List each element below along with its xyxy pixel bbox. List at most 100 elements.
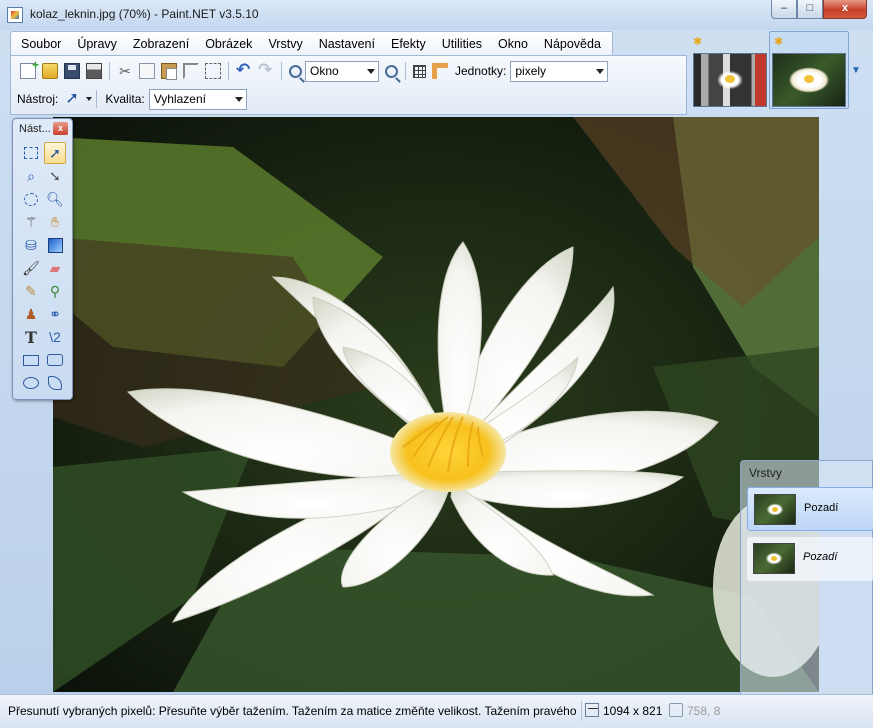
- unsaved-star-icon: ✱: [693, 36, 703, 48]
- layers-window: Vrstvy Pozadí Pozadí ✖ ⤓ ⬆: [740, 460, 873, 728]
- toolbar-row-main: ✂ Okno Jednotky: pixely: [17, 58, 609, 84]
- ruler-icon[interactable]: [432, 63, 448, 79]
- window-title: kolaz_leknin.jpg (70%) - Paint.NET v3.5.…: [30, 7, 259, 21]
- units-dropdown-value: pixely: [515, 63, 547, 78]
- grid-icon[interactable]: [413, 64, 426, 78]
- redo-icon[interactable]: [258, 60, 274, 80]
- menu-okno[interactable]: Okno: [490, 33, 536, 55]
- toolbar-separator: [281, 62, 282, 80]
- rounded-rectangle-tool-icon[interactable]: [44, 349, 66, 371]
- menu-obrazek[interactable]: Obrázek: [197, 33, 260, 55]
- menu-upravy[interactable]: Úpravy: [69, 33, 125, 55]
- tools-grid: ➚ ⌕ ➘ 🔍︎ ⚚ ✋︎ ⛁ 🖌︎ ▰ ✎ ⚲ ♟ ⚭ T \2: [20, 142, 68, 395]
- status-separator: [581, 701, 582, 721]
- tools-window-close-button[interactable]: x: [53, 122, 68, 135]
- paste-icon[interactable]: [161, 63, 177, 80]
- freeform-shape-tool-icon[interactable]: [44, 372, 66, 394]
- paintnet-app-icon[interactable]: [7, 7, 23, 23]
- paint-bucket-tool-icon[interactable]: ⛁: [20, 234, 42, 256]
- copy-icon[interactable]: [139, 63, 155, 79]
- open-folder-icon[interactable]: [42, 63, 58, 79]
- save-icon[interactable]: [64, 63, 80, 79]
- minimize-button[interactable]: –: [771, 0, 797, 19]
- status-message: Přesunutí vybraných pixelů: Přesuňte výb…: [8, 704, 580, 718]
- units-label: Jednotky:: [455, 64, 507, 78]
- tools-window-title: Nást...: [19, 123, 51, 135]
- cursor-position-icon: [669, 703, 683, 717]
- close-button[interactable]: x: [823, 0, 867, 19]
- toolbar-separator: [96, 90, 98, 108]
- menu-nastaveni[interactable]: Nastavení: [311, 33, 383, 55]
- menu-soubor[interactable]: Soubor: [13, 33, 69, 55]
- layer-name: Pozadí: [803, 551, 838, 563]
- ellipse-select-tool-icon[interactable]: [20, 188, 42, 210]
- gradient-tool-icon[interactable]: [44, 234, 66, 256]
- chevron-down-icon[interactable]: [86, 97, 93, 101]
- menu-napoveda[interactable]: Nápověda: [536, 33, 609, 55]
- chevron-down-icon: [596, 68, 605, 74]
- new-image-icon[interactable]: [20, 58, 39, 79]
- menu-zobrazeni[interactable]: Zobrazení: [125, 33, 197, 55]
- toolbar-separator: [405, 62, 406, 80]
- quality-dropdown[interactable]: Vyhlazení: [148, 88, 247, 110]
- document-list-chevron-icon[interactable]: ▼: [851, 65, 863, 77]
- move-selection-outline-tool-icon[interactable]: ➘: [44, 165, 66, 187]
- zoom-in-icon[interactable]: [385, 64, 398, 78]
- image-size: 1094 x 821: [603, 704, 663, 718]
- image-size-icon: [585, 703, 599, 717]
- cut-scissors-icon[interactable]: ✂: [117, 63, 133, 79]
- menu-bar: Soubor Úpravy Zobrazení Obrázek Vrstvy N…: [10, 31, 613, 55]
- move-selected-tool-icon[interactable]: ➚: [65, 91, 81, 107]
- text-tool-icon[interactable]: T: [20, 326, 42, 348]
- deselect-icon[interactable]: [205, 63, 221, 79]
- quality-dropdown-value: Vyhlazení: [153, 91, 206, 106]
- menu-utilities[interactable]: Utilities: [434, 33, 490, 55]
- ellipse-tool-icon[interactable]: [20, 372, 42, 394]
- title-bar: kolaz_leknin.jpg (70%) - Paint.NET v3.5.…: [0, 0, 873, 30]
- image-canvas[interactable]: [53, 117, 819, 692]
- zoom-dropdown[interactable]: Okno: [305, 60, 379, 82]
- print-icon[interactable]: [86, 63, 102, 79]
- layer-thumbnail: [753, 543, 795, 574]
- unsaved-star-icon: ✱: [774, 36, 784, 48]
- layer-thumbnail: [754, 494, 796, 525]
- document-thumbnail-leknin[interactable]: [772, 53, 846, 107]
- paintbrush-tool-icon[interactable]: 🖌︎: [20, 257, 42, 279]
- lasso-select-tool-icon[interactable]: ⌕: [20, 165, 42, 187]
- zoom-tool-icon[interactable]: 🔍︎: [44, 188, 66, 210]
- zoom-dropdown-value: Okno: [310, 63, 339, 78]
- chevron-down-icon: [367, 68, 375, 74]
- pan-hand-tool-icon[interactable]: ✋︎: [44, 211, 66, 233]
- crop-to-selection-icon[interactable]: [183, 63, 199, 79]
- undo-icon[interactable]: [236, 60, 252, 80]
- toolbar-row-tool: Nástroj: ➚ Kvalita: Vyhlazení: [17, 86, 247, 112]
- layer-item[interactable]: Pozadí: [747, 537, 873, 581]
- rectangle-select-tool-icon[interactable]: [20, 142, 42, 164]
- quality-label: Kvalita:: [105, 92, 145, 106]
- menu-efekty[interactable]: Efekty: [383, 33, 434, 55]
- move-selection-tool-icon[interactable]: ➚: [44, 142, 66, 164]
- recolor-tool-icon[interactable]: ⚭: [44, 303, 66, 325]
- document-thumbnail-collage[interactable]: [693, 53, 767, 107]
- units-dropdown[interactable]: pixely: [510, 60, 609, 82]
- pencil-tool-icon[interactable]: ✎: [20, 280, 42, 302]
- tools-window: Nást... x ➚ ⌕ ➘ 🔍︎ ⚚ ✋︎ ⛁ 🖌︎ ▰ ✎ ⚲ ♟ ⚭ T…: [12, 118, 73, 400]
- layer-item-selected[interactable]: Pozadí: [747, 487, 873, 531]
- status-bar: Přesunutí vybraných pixelů: Přesuňte výb…: [0, 694, 873, 728]
- layers-window-title: Vrstvy: [749, 466, 782, 480]
- rectangle-tool-icon[interactable]: [20, 349, 42, 371]
- layer-name: Pozadí: [804, 502, 839, 514]
- magic-wand-tool-icon[interactable]: ⚚: [20, 211, 42, 233]
- toolbar-separator: [109, 62, 110, 80]
- toolbar-separator: [228, 62, 229, 80]
- color-picker-tool-icon[interactable]: ⚲: [44, 280, 66, 302]
- water-lily-photo: [53, 117, 819, 692]
- window-controls: – □ x: [771, 0, 867, 20]
- clone-stamp-tool-icon[interactable]: ♟: [20, 303, 42, 325]
- eraser-tool-icon[interactable]: ▰: [44, 257, 66, 279]
- menu-vrstvy[interactable]: Vrstvy: [260, 33, 310, 55]
- line-curve-tool-icon[interactable]: \2: [44, 326, 66, 348]
- chevron-down-icon: [234, 96, 243, 102]
- zoom-out-icon[interactable]: [289, 64, 302, 78]
- maximize-button[interactable]: □: [797, 0, 823, 19]
